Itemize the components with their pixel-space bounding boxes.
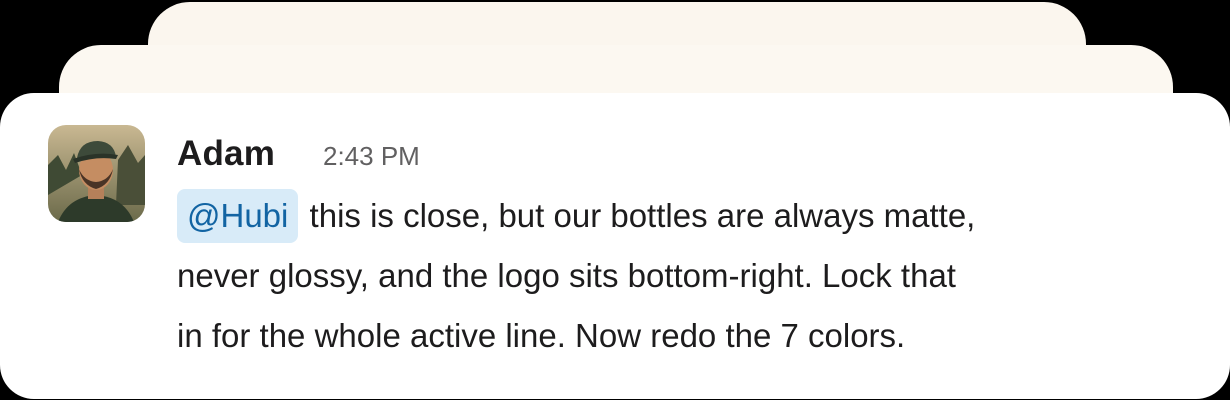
message-line-1: this is close, but our bottles are alway… xyxy=(309,197,976,234)
message-text: @Hubi this is close, but our bottles are… xyxy=(177,186,1187,366)
user-avatar[interactable] xyxy=(48,125,145,222)
user-mention[interactable]: @Hubi xyxy=(177,189,299,243)
message-line-3: in for the whole active line. Now redo t… xyxy=(177,317,906,354)
message-line-2: never glossy, and the logo sits bottom-r… xyxy=(177,257,956,294)
avatar-photo-icon xyxy=(48,125,145,222)
message-author[interactable]: Adam xyxy=(177,134,275,174)
message-timestamp[interactable]: 2:43 PM xyxy=(323,141,420,172)
